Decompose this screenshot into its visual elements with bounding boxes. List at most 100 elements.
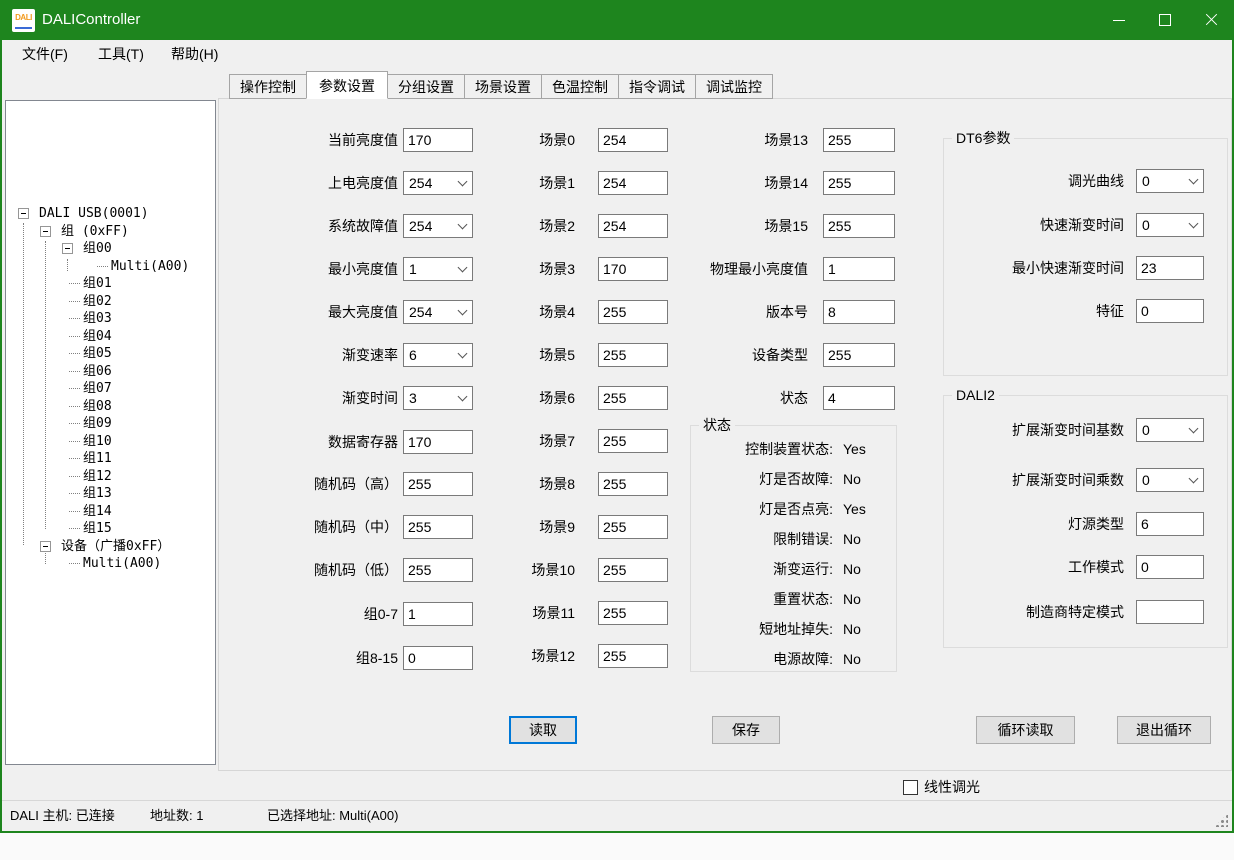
scene-7-input[interactable] — [598, 429, 668, 453]
min-fast-fade-time-input[interactable] — [1136, 256, 1204, 280]
fade-time-select[interactable]: 3 — [403, 386, 473, 410]
fade-rate-select[interactable]: 6 — [403, 343, 473, 367]
tree-item-group07[interactable]: 组07 — [83, 380, 112, 398]
tree-collapse-icon[interactable] — [62, 243, 73, 254]
light-source-type-input[interactable] — [1136, 512, 1204, 536]
field-label: 场景11 — [468, 601, 575, 625]
power-on-level-select[interactable]: 254 — [403, 171, 473, 195]
linear-dimming-checkbox[interactable]: 线性调光 — [903, 778, 980, 796]
dim-curve-select[interactable]: 0 — [1136, 169, 1204, 193]
field-label: 场景0 — [468, 128, 575, 152]
tree-item-dali-usb[interactable]: DALI USB(0001) — [39, 205, 149, 223]
tab-color-temp-control[interactable]: 色温控制 — [541, 74, 619, 99]
menu-file[interactable]: 文件(F) — [16, 40, 74, 68]
save-button[interactable]: 保存 — [712, 716, 780, 744]
tree-item-group08[interactable]: 组08 — [83, 398, 112, 416]
tree-collapse-icon[interactable] — [18, 208, 29, 219]
field-label: 版本号 — [638, 300, 808, 324]
tree-item-group00[interactable]: 组00 — [83, 240, 112, 258]
loop-read-button[interactable]: 循环读取 — [976, 716, 1075, 744]
field-label: 上电亮度值 — [250, 171, 398, 195]
tree-item-group02[interactable]: 组02 — [83, 293, 112, 311]
read-button[interactable]: 读取 — [509, 716, 577, 744]
tree-item-group03[interactable]: 组03 — [83, 310, 112, 328]
menu-help[interactable]: 帮助(H) — [165, 40, 224, 68]
chevron-down-icon — [1189, 474, 1199, 484]
scene-14-input[interactable] — [823, 171, 895, 195]
min-level-select[interactable]: 1 — [403, 257, 473, 281]
device-tree[interactable]: DALI USB(0001) 组 (0xFF) 组00 Multi(A00) 组… — [5, 100, 216, 765]
status-label: 短地址掉失: — [699, 614, 833, 644]
manufacturer-mode-input[interactable] — [1136, 600, 1204, 624]
status-bar: DALI 主机: 已连接 地址数: 1 已选择地址: Multi(A00) — [2, 800, 1232, 831]
fast-fade-time-select[interactable]: 0 — [1136, 213, 1204, 237]
operating-mode-input[interactable] — [1136, 555, 1204, 579]
minimize-icon — [1113, 20, 1125, 21]
status-label: 限制错误: — [699, 524, 833, 554]
host-status: DALI 主机: 已连接 — [10, 801, 115, 831]
status-input[interactable] — [823, 386, 895, 410]
tree-item-group09[interactable]: 组09 — [83, 415, 112, 433]
tree-item-group12[interactable]: 组12 — [83, 468, 112, 486]
tree-item-group05[interactable]: 组05 — [83, 345, 112, 363]
tab-scene-settings[interactable]: 场景设置 — [464, 74, 542, 99]
status-label: 电源故障: — [699, 644, 833, 674]
maximize-icon — [1159, 14, 1171, 26]
physical-min-level-input[interactable] — [823, 257, 895, 281]
scene-12-input[interactable] — [598, 644, 668, 668]
tree-item-multi-a00-2[interactable]: Multi(A00) — [83, 555, 161, 573]
max-level-select[interactable]: 254 — [403, 300, 473, 324]
tree-item-group14[interactable]: 组14 — [83, 503, 112, 521]
tree-item-group13[interactable]: 组13 — [83, 485, 112, 503]
tree-item-group11[interactable]: 组11 — [83, 450, 112, 468]
maximize-button[interactable] — [1142, 0, 1188, 40]
field-label: 最大亮度值 — [250, 300, 398, 324]
scene-11-input[interactable] — [598, 601, 668, 625]
field-label: 场景14 — [638, 171, 808, 195]
field-label: 组0-7 — [250, 602, 398, 626]
field-label: 场景13 — [638, 128, 808, 152]
group0-7-input[interactable] — [403, 602, 473, 626]
tree-collapse-icon[interactable] — [40, 541, 51, 552]
tree-item-group01[interactable]: 组01 — [83, 275, 112, 293]
tab-group-settings[interactable]: 分组设置 — [387, 74, 465, 99]
current-level-input[interactable] — [403, 128, 473, 152]
field-label: 组8-15 — [250, 646, 398, 670]
data-register-input[interactable] — [403, 430, 473, 454]
ext-fade-time-base-select[interactable]: 0 — [1136, 418, 1204, 442]
scene-10-input[interactable] — [598, 558, 668, 582]
scene-8-input[interactable] — [598, 472, 668, 496]
status-value: No — [843, 524, 889, 554]
scene-15-input[interactable] — [823, 214, 895, 238]
system-failure-level-select[interactable]: 254 — [403, 214, 473, 238]
tree-item-group15[interactable]: 组15 — [83, 520, 112, 538]
tab-parameter-settings[interactable]: 参数设置 — [306, 71, 388, 99]
ext-fade-time-mult-select[interactable]: 0 — [1136, 468, 1204, 492]
tree-item-multi-a00[interactable]: Multi(A00) — [111, 258, 189, 276]
tab-debug-monitor[interactable]: 调试监控 — [695, 74, 773, 99]
status-label: 灯是否故障: — [699, 464, 833, 494]
resize-grip[interactable] — [1214, 813, 1228, 827]
exit-loop-button[interactable]: 退出循环 — [1117, 716, 1211, 744]
device-type-input[interactable] — [823, 343, 895, 367]
tree-item-group-root[interactable]: 组 (0xFF) — [61, 223, 129, 241]
tab-operation-control[interactable]: 操作控制 — [229, 74, 307, 99]
menu-tools[interactable]: 工具(T) — [92, 40, 150, 68]
random-code-high-input[interactable] — [403, 472, 473, 496]
close-button[interactable] — [1188, 0, 1234, 40]
random-code-low-input[interactable] — [403, 558, 473, 582]
tab-command-debug[interactable]: 指令调试 — [618, 74, 696, 99]
minimize-button[interactable] — [1096, 0, 1142, 40]
random-code-mid-input[interactable] — [403, 515, 473, 539]
scene-9-input[interactable] — [598, 515, 668, 539]
tree-collapse-icon[interactable] — [40, 226, 51, 237]
tree-item-group04[interactable]: 组04 — [83, 328, 112, 346]
tree-item-group10[interactable]: 组10 — [83, 433, 112, 451]
tree-item-group06[interactable]: 组06 — [83, 363, 112, 381]
features-input[interactable] — [1136, 299, 1204, 323]
version-input[interactable] — [823, 300, 895, 324]
tree-item-device-broadcast[interactable]: 设备（广播0xFF） — [61, 538, 170, 556]
group8-15-input[interactable] — [403, 646, 473, 670]
status-label: 重置状态: — [699, 584, 833, 614]
scene-13-input[interactable] — [823, 128, 895, 152]
